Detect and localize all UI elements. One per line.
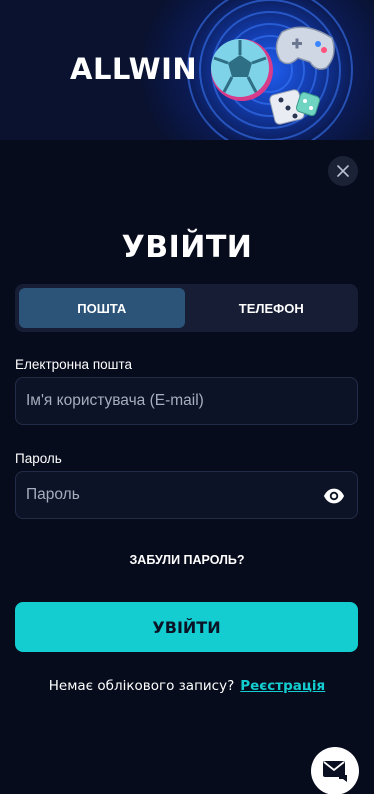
close-icon — [337, 165, 349, 177]
signup-link[interactable]: Реєстрація — [240, 678, 325, 694]
dice-icon — [269, 89, 321, 125]
brand-logo: ALLWIN — [70, 52, 198, 86]
eye-icon[interactable] — [323, 485, 345, 507]
page-title: УВІЙТИ — [121, 230, 253, 265]
chat-support-button[interactable] — [311, 747, 359, 794]
password-field-wrapper — [15, 471, 358, 519]
email-label: Електронна пошта — [15, 357, 133, 372]
chat-envelope-icon — [323, 761, 347, 782]
password-label: Пароль — [15, 451, 62, 466]
gamepad-icon — [275, 26, 335, 70]
login-method-tabs: ПОШТА ТЕЛЕФОН — [15, 284, 358, 332]
email-field-wrapper — [15, 377, 358, 425]
forgot-password-link[interactable]: ЗАБУЛИ ПАРОЛЬ? — [0, 553, 374, 567]
password-field[interactable] — [16, 472, 357, 518]
promo-banner: ALLWIN — [0, 0, 374, 140]
login-submit-button[interactable]: УВІЙТИ — [15, 602, 358, 652]
signup-prompt: Немає облікового запису? — [48, 678, 235, 694]
email-field[interactable] — [16, 378, 357, 424]
soccer-ball-icon — [211, 39, 273, 101]
tab-phone[interactable]: ТЕЛЕФОН — [189, 288, 355, 328]
close-button[interactable] — [328, 156, 358, 186]
tab-email[interactable]: ПОШТА — [19, 288, 185, 328]
signup-row: Немає облікового запису? Реєстрація — [0, 678, 374, 694]
